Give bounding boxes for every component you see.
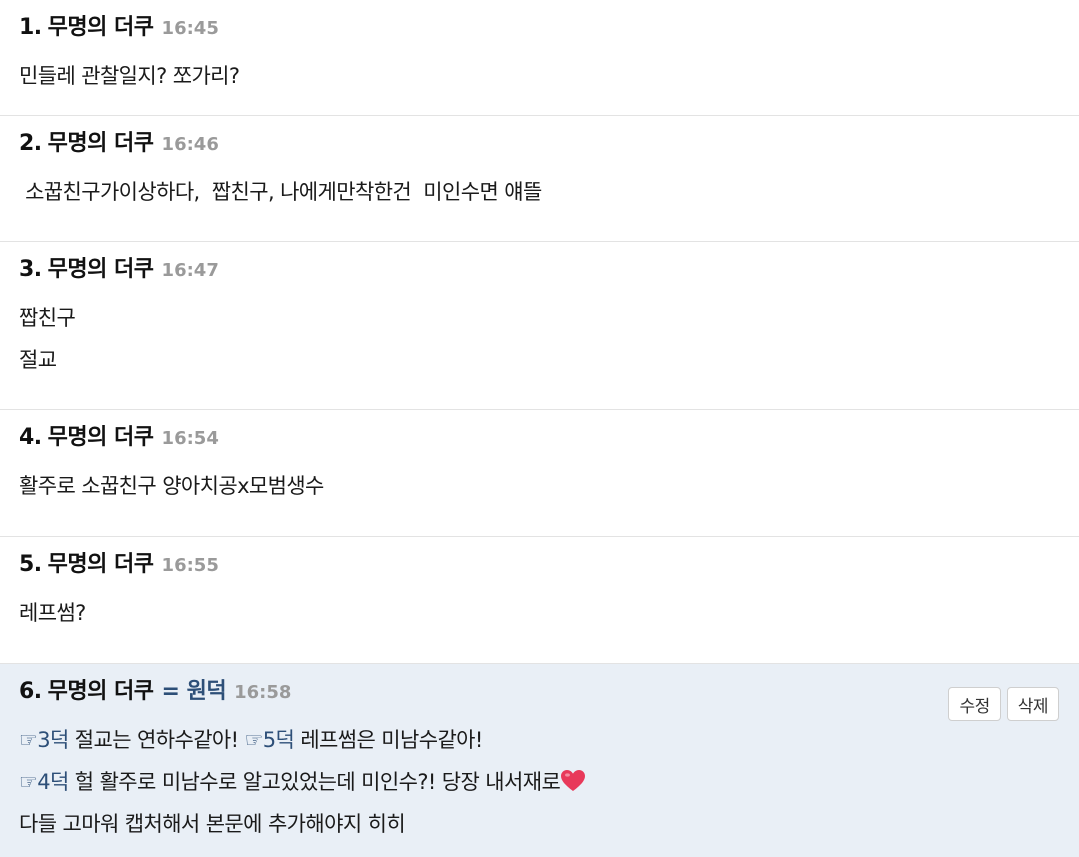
comment-number: 1. (19, 15, 42, 40)
comment-header: 6. 무명의 더쿠 = 원덕 16:58 (19, 678, 1059, 706)
comment-author: 무명의 더쿠 (47, 679, 154, 704)
comment-text: 활주로 소꿉친구 양아치공x모범생수 (19, 474, 324, 498)
comment-author: 무명의 더쿠 (47, 257, 154, 282)
edit-button[interactable]: 수정 (948, 687, 1001, 721)
comment-text-segment: 레프썸은 미남수같아! (294, 728, 483, 752)
comment-time: 16:55 (161, 555, 219, 576)
heart-icon (561, 764, 586, 791)
comment-time: 16:45 (161, 18, 219, 39)
reply-link-4[interactable]: ☞4덕 (19, 770, 69, 794)
delete-button[interactable]: 삭제 (1006, 687, 1059, 721)
comment-author: 무명의 더쿠 (47, 131, 154, 156)
comment-header: 3. 무명의 더쿠 16:47 (19, 256, 1059, 284)
comment-text: ☞4덕 헐 활주로 미남수로 알고있었는데 미인수?! 당장 내서재로 (19, 761, 1059, 803)
comment-author: 무명의 더쿠 (47, 425, 154, 450)
comment-body: 소꿉친구가이상하다, 짭친구, 나에게만착한건 미인수면 얘뜰 (19, 158, 1059, 213)
comment-text: 소꿉친구가이상하다, 짭친구, 나에게만착한건 미인수면 얘뜰 (19, 180, 542, 204)
comment-list: 1. 무명의 더쿠 16:45 민들레 관찰일지? 쪼가리? 2. 무명의 더쿠… (0, 0, 1079, 857)
comment-number: 6. (19, 679, 42, 704)
comment-item: 4. 무명의 더쿠 16:54 활주로 소꿉친구 양아치공x모범생수 (0, 410, 1079, 537)
comment-item: 1. 무명의 더쿠 16:45 민들레 관찰일지? 쪼가리? (0, 0, 1079, 116)
comment-header: 2. 무명의 더쿠 16:46 (19, 130, 1059, 158)
comment-time: 16:46 (161, 134, 219, 155)
comment-item: 3. 무명의 더쿠 16:47 짭친구 절교 (0, 242, 1079, 410)
comment-body: 레프썸? (19, 579, 1059, 634)
reply-link-5[interactable]: ☞5덕 (245, 728, 295, 752)
op-tag: = 원덕 (161, 679, 227, 704)
comment-text: 민들레 관찰일지? 쪼가리? (19, 64, 240, 88)
comment-body: 민들레 관찰일지? 쪼가리? (19, 42, 1059, 97)
comment-item: 2. 무명의 더쿠 16:46 소꿉친구가이상하다, 짭친구, 나에게만착한건 … (0, 116, 1079, 242)
comment-item: 5. 무명의 더쿠 16:55 레프썸? (0, 537, 1079, 664)
comment-author: 무명의 더쿠 (47, 552, 154, 577)
comment-text: 절교 (19, 348, 57, 372)
comment-body: ☞3덕 절교는 연하수같아! ☞5덕 레프썸은 미남수같아! ☞4덕 헐 활주로… (19, 706, 1059, 845)
comment-header: 5. 무명의 더쿠 16:55 (19, 551, 1059, 579)
comment-body: 활주로 소꿉친구 양아치공x모범생수 (19, 452, 1059, 507)
comment-number: 5. (19, 552, 42, 577)
comment-time: 16:58 (234, 682, 292, 703)
comment-text: 짭친구 (19, 306, 76, 330)
reply-link-3[interactable]: ☞3덕 (19, 728, 69, 752)
comment-item-op: 6. 무명의 더쿠 = 원덕 16:58 수정 삭제 ☞3덕 절교는 연하수같아… (0, 664, 1079, 857)
comment-number: 4. (19, 425, 42, 450)
comment-text: ☞3덕 절교는 연하수같아! ☞5덕 레프썸은 미남수같아! (19, 719, 1059, 761)
comment-body: 짭친구 절교 (19, 284, 1059, 381)
comment-text: 레프썸? (19, 601, 86, 625)
comment-text: 다들 고마워 캡처해서 본문에 추가해야지 히히 (19, 812, 406, 836)
comment-time: 16:47 (161, 260, 219, 281)
comment-actions: 수정 삭제 (948, 687, 1059, 721)
comment-text-segment: 절교는 연하수같아! (68, 728, 245, 752)
heart-icon-graphic (561, 770, 586, 791)
comment-header: 4. 무명의 더쿠 16:54 (19, 424, 1059, 452)
comment-author: 무명의 더쿠 (47, 15, 154, 40)
comment-number: 3. (19, 257, 42, 282)
comment-text-segment: 헐 활주로 미남수로 알고있었는데 미인수?! 당장 내서재로 (68, 770, 561, 794)
comment-header: 1. 무명의 더쿠 16:45 (19, 14, 1059, 42)
comment-time: 16:54 (161, 428, 219, 449)
comment-number: 2. (19, 131, 42, 156)
